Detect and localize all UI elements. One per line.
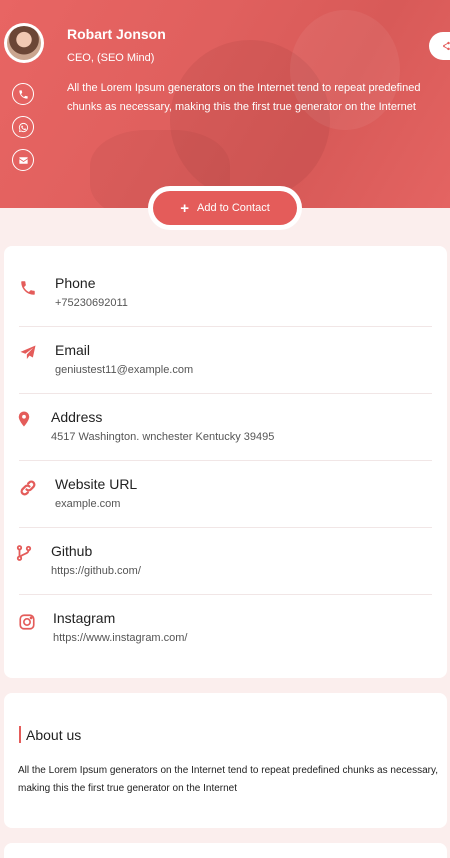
profile-header: Robart Jonson CEO, (SEO Mind) All the Lo… — [0, 0, 450, 208]
contact-label: Phone — [55, 275, 96, 291]
map-pin-icon — [14, 409, 34, 429]
whatsapp-icon[interactable] — [12, 116, 34, 138]
heading-accent-bar — [19, 726, 21, 743]
profile-name: Robart Jonson — [67, 26, 166, 42]
instagram-icon — [17, 612, 37, 632]
link-icon — [18, 478, 38, 498]
about-heading: About us — [26, 727, 82, 743]
contact-label: Github — [51, 543, 93, 559]
email-icon[interactable] — [12, 149, 34, 171]
contact-value: 4517 Washington. wnchester Kentucky 3949… — [51, 431, 275, 443]
contact-value: https://www.instagram.com/ — [53, 632, 188, 644]
contact-row-address[interactable]: Address 4517 Washington. wnchester Kentu… — [4, 394, 447, 461]
contact-value: example.com — [55, 498, 121, 510]
avatar-photo — [7, 26, 41, 60]
add-contact-button-ring: + Add to Contact — [148, 186, 302, 230]
avatar — [4, 23, 44, 63]
about-text: All the Lorem Ipsum generators on the In… — [18, 765, 438, 794]
contact-row-website[interactable]: Website URL example.com — [4, 461, 447, 528]
next-card — [4, 843, 447, 858]
phone-icon[interactable] — [12, 83, 34, 105]
contact-label: Instagram — [53, 610, 116, 626]
contact-list-card: Phone +75230692011 Email geniustest11@ex… — [4, 246, 447, 678]
share-button[interactable] — [429, 32, 450, 60]
contact-value: https://github.com/ — [51, 565, 141, 577]
contact-row-email[interactable]: Email geniustest11@example.com — [4, 327, 447, 394]
profile-title: CEO, (SEO Mind) — [67, 52, 155, 64]
share-icon — [443, 41, 450, 51]
profile-bio: All the Lorem Ipsum generators on the In… — [67, 82, 421, 113]
about-card: About us All the Lorem Ipsum generators … — [4, 693, 447, 828]
git-branch-icon — [14, 543, 34, 563]
contact-row-instagram[interactable]: Instagram https://www.instagram.com/ — [4, 595, 447, 662]
paper-plane-icon — [18, 343, 38, 363]
contact-label: Email — [55, 342, 91, 358]
plus-icon: + — [180, 199, 189, 217]
add-to-contact-label: Add to Contact — [196, 202, 270, 214]
contact-row-github[interactable]: Github https://github.com/ — [4, 528, 447, 595]
contact-row-phone[interactable]: Phone +75230692011 — [4, 260, 447, 327]
phone-icon — [18, 278, 38, 298]
contact-label: Address — [51, 409, 103, 425]
contact-value: +75230692011 — [55, 297, 128, 309]
add-to-contact-button[interactable]: + Add to Contact — [153, 191, 297, 225]
contact-label: Website URL — [55, 476, 138, 492]
contact-value: geniustest11@example.com — [55, 364, 194, 376]
